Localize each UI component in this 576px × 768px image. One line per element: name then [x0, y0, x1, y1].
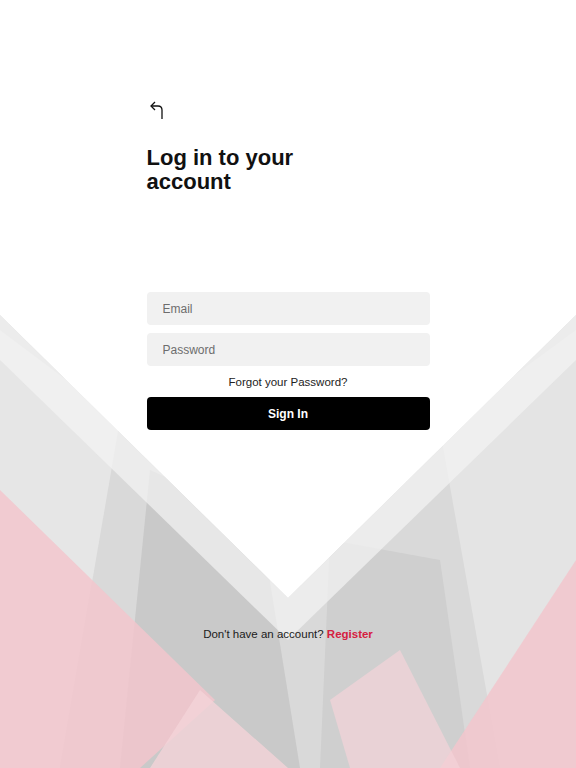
register-prompt: Don't have an account? Register: [147, 627, 430, 641]
login-screen: Log in to your account Forgot your Passw…: [0, 0, 576, 768]
register-link[interactable]: Register: [327, 628, 373, 640]
sign-in-button[interactable]: Sign In: [147, 397, 430, 430]
forgot-password-link[interactable]: Forgot your Password?: [147, 375, 430, 389]
email-field[interactable]: [147, 292, 430, 325]
back-arrow-icon[interactable]: [147, 100, 167, 120]
page-title: Log in to your account: [147, 146, 317, 194]
login-form: [147, 292, 430, 366]
register-question: Don't have an account?: [203, 628, 323, 640]
login-panel: Log in to your account Forgot your Passw…: [147, 0, 430, 641]
password-field[interactable]: [147, 333, 430, 366]
